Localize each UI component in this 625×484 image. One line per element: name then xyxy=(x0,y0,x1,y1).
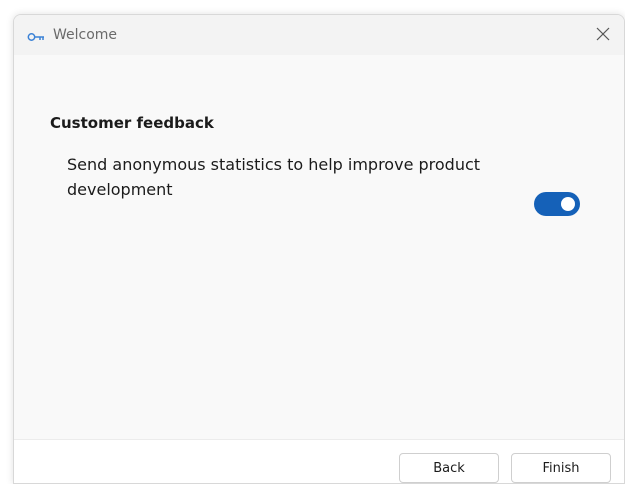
window-title: Welcome xyxy=(53,27,118,43)
toggle-knob xyxy=(561,197,575,211)
dialog-content: Customer feedback Send anonymous statist… xyxy=(14,55,624,439)
dialog-footer: Back Finish xyxy=(14,439,624,483)
welcome-dialog: Welcome Customer feedback Send anonymous… xyxy=(13,14,625,484)
setting-label: Send anonymous statistics to help improv… xyxy=(67,155,481,199)
statistics-toggle[interactable] xyxy=(534,192,580,216)
finish-button[interactable]: Finish xyxy=(511,453,611,483)
close-button[interactable] xyxy=(582,15,624,55)
close-icon xyxy=(596,26,610,45)
section-heading: Customer feedback xyxy=(50,114,214,132)
key-icon xyxy=(27,28,45,41)
title-bar: Welcome xyxy=(14,15,624,55)
back-button[interactable]: Back xyxy=(399,453,499,483)
